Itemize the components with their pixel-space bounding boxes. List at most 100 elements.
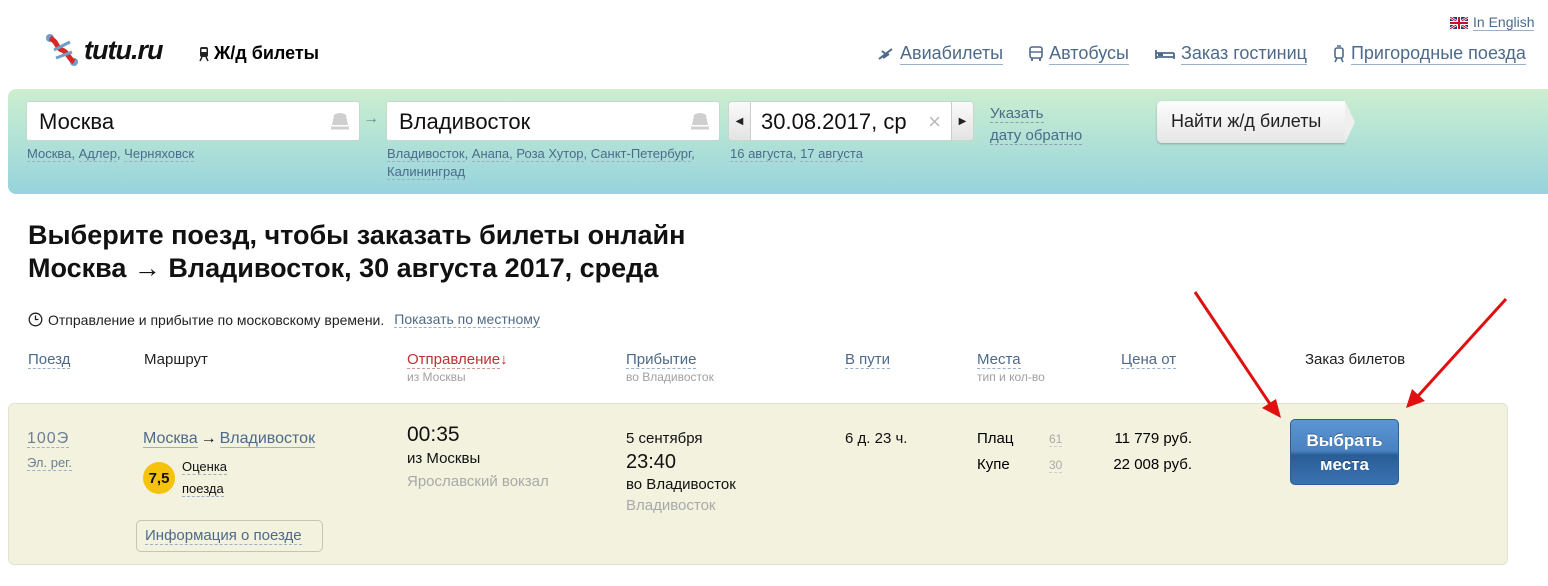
train-type[interactable]: Эл. рег. xyxy=(27,455,72,471)
nav-item-hotels[interactable]: Заказ гостиниц xyxy=(1155,43,1307,65)
page-title: Выберите поезд, чтобы заказать билеты он… xyxy=(28,219,685,285)
page-title-line2: Москва → Владивосток, 30 августа 2017, с… xyxy=(28,253,659,283)
clear-date-icon[interactable]: × xyxy=(928,109,941,135)
seat-count-text[interactable]: 30 xyxy=(1049,458,1063,473)
nav-label[interactable]: Заказ гостиниц xyxy=(1180,43,1307,65)
column-route: Маршрут xyxy=(144,351,208,368)
seat-price: 22 008 руб. xyxy=(1113,456,1192,473)
seat-price: 11 779 руб. xyxy=(1114,430,1192,447)
city-suggestion[interactable]: Калининград xyxy=(387,164,466,180)
previous-date-button[interactable]: ◀ xyxy=(729,102,751,140)
departure-station: Ярославский вокзал xyxy=(407,473,549,490)
top-navigation: Авиабилеты Автобусы Заказ гостиниц Приго… xyxy=(878,43,1526,65)
seat-type: Плац xyxy=(977,430,1014,447)
train-info-label: Информация о поезде xyxy=(145,527,302,545)
city-suggestion[interactable]: Анапа xyxy=(471,146,510,162)
column-departure-label[interactable]: Отправление xyxy=(407,351,501,369)
arrival-city: во Владивосток xyxy=(626,476,736,493)
column-route-label: Маршрут xyxy=(144,351,208,368)
train-number-text[interactable]: 100Э xyxy=(27,430,70,448)
column-seats[interactable]: Места тип и кол-во xyxy=(977,351,1045,384)
nav-item-flights[interactable]: Авиабилеты xyxy=(878,43,1004,65)
section-title-text: Ж/д билеты xyxy=(214,43,320,63)
column-seats-label[interactable]: Места xyxy=(977,351,1021,369)
bus-icon xyxy=(1029,46,1043,61)
travel-duration: 6 д. 23 ч. xyxy=(845,430,908,447)
from-city-input[interactable]: Москва xyxy=(26,101,360,141)
city-suggestion[interactable]: Владивосток xyxy=(387,146,465,162)
bed-icon xyxy=(1155,50,1175,59)
next-date-button[interactable]: ▶ xyxy=(951,102,973,140)
time-note-text: Отправление и прибытие по московскому вр… xyxy=(48,311,385,328)
arrival-time: 23:40 xyxy=(626,451,677,473)
column-arrival[interactable]: Прибытие во Владивосток xyxy=(626,351,714,384)
city-suggestion[interactable]: Москва xyxy=(27,146,72,162)
nav-item-buses[interactable]: Автобусы xyxy=(1029,43,1129,65)
route-from-link[interactable]: Москва xyxy=(143,430,198,448)
suburban-train-icon xyxy=(1334,45,1344,63)
to-city-value: Владивосток xyxy=(399,109,531,134)
language-switch[interactable]: In English xyxy=(1450,14,1535,31)
sort-desc-icon: ↓ xyxy=(500,351,508,368)
column-duration-label[interactable]: В пути xyxy=(845,351,891,369)
rating-badge: 7,5 xyxy=(143,462,175,494)
column-departure-sub: из Москвы xyxy=(407,370,466,384)
seat-class-row: Плац 61 11 779 руб. xyxy=(977,430,1192,447)
find-tickets-button[interactable]: Найти ж/д билеты xyxy=(1157,101,1357,143)
column-departure[interactable]: Отправление↓ из Москвы xyxy=(407,351,508,384)
station-icon xyxy=(331,113,349,130)
seat-count[interactable]: 61 xyxy=(1049,430,1089,447)
train-info-button[interactable]: Информация о поезде xyxy=(136,520,323,552)
column-train[interactable]: Поезд xyxy=(28,351,71,369)
rating-label[interactable]: Оценка поезда xyxy=(182,456,228,500)
column-duration[interactable]: В пути xyxy=(845,351,891,369)
time-zone-note: Отправление и прибытие по московскому вр… xyxy=(28,311,541,328)
route-to-link[interactable]: Владивосток xyxy=(219,430,316,448)
seat-count-text[interactable]: 61 xyxy=(1049,432,1063,447)
to-city-input[interactable]: Владивосток xyxy=(386,101,720,141)
section-title: Ж/д билеты xyxy=(198,43,319,64)
from-city-value: Москва xyxy=(39,109,115,134)
show-local-time-link[interactable]: Показать по местному xyxy=(394,311,541,328)
date-suggestion[interactable]: 16 августа xyxy=(730,146,793,162)
return-date-link[interactable]: Указать дату обратно xyxy=(990,103,1083,147)
arrival-date: 5 сентября xyxy=(626,430,703,447)
date-suggestion[interactable]: 17 августа xyxy=(800,146,863,162)
select-seats-line1: Выбрать xyxy=(1306,431,1383,450)
train-rating[interactable]: 7,5 Оценка поезда xyxy=(143,456,228,500)
train-number[interactable]: 100Э xyxy=(27,430,70,448)
departure-city: из Москвы xyxy=(407,450,481,467)
city-suggestion[interactable]: Черняховск xyxy=(124,146,195,162)
column-arrival-label[interactable]: Прибытие xyxy=(626,351,697,369)
page-title-line1: Выберите поезд, чтобы заказать билеты он… xyxy=(28,220,686,250)
nav-label[interactable]: Пригородные поезда xyxy=(1350,43,1526,65)
column-booking: Заказ билетов xyxy=(1305,351,1405,368)
tutu-logo[interactable]: tutu.ru xyxy=(44,32,163,68)
logo-icon xyxy=(46,34,78,66)
annotation-arrow-left xyxy=(1193,291,1281,418)
nav-label[interactable]: Авиабилеты xyxy=(900,43,1004,65)
city-suggestion[interactable]: Роза Хутор xyxy=(516,146,584,162)
city-suggestion[interactable]: Адлер xyxy=(78,146,117,162)
select-seats-line2: места xyxy=(1319,455,1370,474)
arrival-cell: 5 сентября 23:40 во Владивосток Владивос… xyxy=(626,430,736,514)
column-price-label[interactable]: Цена от xyxy=(1121,351,1177,369)
date-picker: ◀ 30.08.2017, ср × ▶ xyxy=(728,101,974,141)
nav-label[interactable]: Автобусы xyxy=(1049,43,1129,65)
column-price[interactable]: Цена от xyxy=(1121,351,1177,369)
arrival-station: Владивосток xyxy=(626,497,716,514)
return-date-line1: Указать xyxy=(990,105,1044,123)
nav-item-suburban-trains[interactable]: Пригородные поезда xyxy=(1333,43,1526,65)
column-train-label[interactable]: Поезд xyxy=(28,351,71,369)
seat-count[interactable]: 30 xyxy=(1049,456,1089,473)
find-tickets-label: Найти ж/д билеты xyxy=(1157,101,1345,143)
button-arrow-tip xyxy=(1345,101,1355,143)
return-date-line2: дату обратно xyxy=(990,127,1083,145)
in-english-link[interactable]: In English xyxy=(1473,14,1535,31)
city-suggestion[interactable]: Санкт-Петербург xyxy=(590,146,692,162)
train-type-text[interactable]: Эл. рег. xyxy=(27,455,72,471)
select-seats-button[interactable]: Выбрать места xyxy=(1290,419,1399,485)
to-city-suggestions: Владивосток, Анапа, Роза Хутор, Санкт-Пе… xyxy=(387,146,695,180)
date-input[interactable]: 30.08.2017, ср × xyxy=(751,102,951,140)
seat-type: Купе xyxy=(977,456,1010,473)
